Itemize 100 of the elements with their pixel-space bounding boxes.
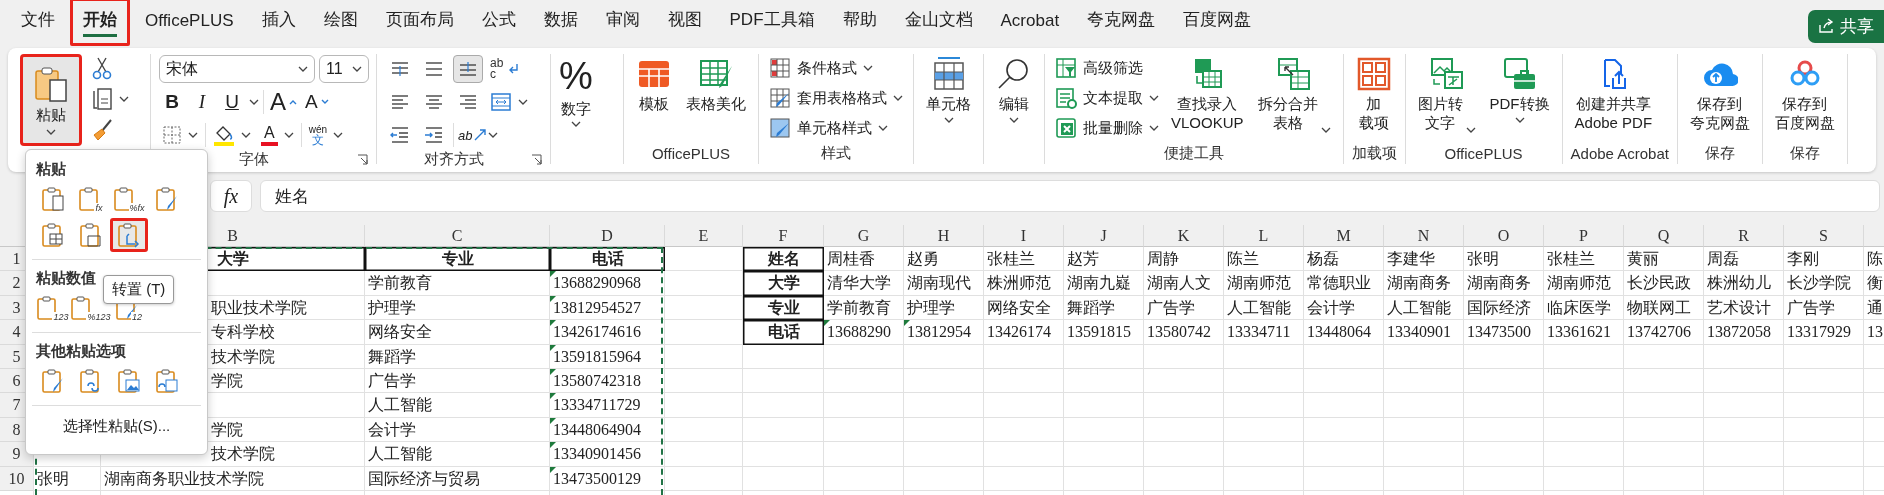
header-cell: 电话 — [550, 247, 665, 272]
align-button[interactable] — [453, 55, 483, 83]
grow-font-button[interactable]: A — [268, 88, 299, 116]
group-label: 保存 — [1789, 143, 1820, 163]
column-header[interactable]: C — [365, 225, 550, 247]
paste-option-button[interactable]: 123 — [34, 291, 72, 325]
menu-tab[interactable]: OfficePLUS — [132, 1, 247, 46]
wrap-text-button[interactable]: ab c — [487, 55, 523, 83]
table-cell: 13580742318 — [550, 368, 665, 394]
column-header[interactable]: J — [1064, 225, 1144, 247]
table-cell-text: 人工智能 — [367, 395, 433, 416]
ribbon-button[interactable]: 编辑 — [992, 54, 1036, 125]
table-cell-text: 湖南九嶷 — [1066, 273, 1132, 294]
row-number[interactable]: 10 — [0, 466, 34, 491]
table-cell-text: 国际经济 — [1466, 297, 1532, 318]
clipboard-icon — [117, 368, 141, 394]
paste-option-button[interactable]: fx — [72, 182, 110, 216]
ribbon-button[interactable]: 批量删除 — [1053, 114, 1161, 142]
menu-tab[interactable]: PDF工具箱 — [716, 0, 828, 46]
menu-tab[interactable]: 文件 — [8, 0, 68, 46]
phonetic-button[interactable]: wén 文 — [305, 121, 347, 149]
ribbon-button[interactable]: 单元格 — [922, 54, 975, 125]
menu-tab[interactable]: 帮助 — [829, 0, 890, 46]
ribbon-button[interactable]: 高级筛选 — [1053, 54, 1161, 82]
table-cell-text: 艺术设计 — [1706, 297, 1772, 318]
column-header[interactable]: N — [1384, 225, 1464, 247]
paste-special-link[interactable]: 选择性粘贴(S)... — [54, 413, 179, 440]
ribbon-button[interactable]: 条件格式 — [767, 54, 905, 82]
formula-field[interactable]: 姓名 — [260, 180, 1880, 212]
menu-tab[interactable]: 插入 — [248, 0, 309, 46]
group-label: 对齐方式 — [424, 150, 484, 169]
ribbon-button[interactable]: 保存到 夸克网盘 — [1685, 54, 1754, 135]
table-cell: 技术学院 — [211, 445, 275, 463]
share-button[interactable]: 共享 — [1808, 9, 1884, 43]
clipboard-icon — [117, 222, 141, 248]
table-cell-text: 会计学 — [367, 419, 417, 440]
column-header[interactable]: H — [904, 225, 984, 247]
ribbon-button[interactable]: 创建并共享 Adobe PDF — [1570, 54, 1657, 135]
table-cell: 13426174616 — [550, 320, 665, 345]
ribbon-button[interactable]: 拆分合并 表格 — [1253, 54, 1335, 135]
menu-tab[interactable]: 绘图 — [310, 0, 371, 46]
clipboard-icon — [41, 186, 65, 212]
menu-tab[interactable]: 开始 — [70, 0, 130, 46]
menu-tab[interactable]: 公式 — [468, 0, 529, 46]
column-header[interactable]: S — [1784, 225, 1864, 247]
shrink-font-button[interactable]: A — [303, 88, 331, 116]
underline-button[interactable]: U — [219, 88, 245, 116]
ribbon-button[interactable]: 查找录入 VLOOKUP — [1167, 54, 1248, 135]
column-header[interactable]: F — [743, 225, 824, 247]
column-header[interactable]: O — [1464, 225, 1544, 247]
column-header[interactable]: Q — [1624, 225, 1704, 247]
menu-tab[interactable]: 页面布局 — [372, 0, 467, 46]
column-header[interactable]: E — [665, 225, 743, 247]
table-cell-text: 湖南人文 — [1146, 273, 1212, 294]
font-color-button[interactable]: A — [258, 121, 297, 149]
ribbon-button[interactable]: 单元格样式 — [767, 114, 905, 142]
column-header[interactable]: M — [1304, 225, 1384, 247]
paste-option-button[interactable]: %fx — [110, 182, 148, 216]
table-cell: 13688290 — [824, 320, 904, 345]
menu-tab[interactable]: 审阅 — [592, 0, 653, 46]
column-header[interactable]: P — [1544, 225, 1624, 247]
table-cell-text: 湖南商务 — [1466, 273, 1532, 294]
ribbon-button[interactable]: 保存到 百度网盘 — [1770, 54, 1839, 135]
group-label: 字体 — [239, 150, 269, 169]
table-cell-text: 13742706 — [1626, 322, 1692, 343]
bold-button[interactable]: B — [159, 88, 185, 116]
column-header[interactable]: D — [550, 225, 665, 247]
column-header[interactable]: G — [824, 225, 904, 247]
ribbon-button[interactable]: 模板 — [632, 54, 676, 116]
table-cell-text: 学前教育 — [826, 297, 892, 318]
ribbon-button[interactable]: 表格美化 — [682, 54, 750, 116]
orientation-button[interactable]: ab — [458, 121, 499, 149]
menu-tab[interactable]: 数据 — [530, 0, 591, 46]
ribbon-button[interactable]: PDF转换 — [1485, 54, 1554, 125]
font-size-select[interactable]: 11 — [319, 55, 369, 83]
menu-tab[interactable]: 金山文档 — [891, 0, 986, 46]
caret-icon — [249, 99, 259, 105]
cell-brush-icon — [769, 117, 791, 139]
number-format-button[interactable]: % 数字 — [559, 54, 593, 127]
menu-tab[interactable]: Acrobat — [987, 1, 1073, 46]
font-name-select[interactable]: 宋体 — [159, 55, 315, 83]
paste-option-button[interactable] — [110, 218, 148, 252]
ribbon-button[interactable]: 图片转 文字 — [1413, 54, 1480, 135]
menu-tab[interactable]: 视图 — [654, 0, 715, 46]
menu-tab[interactable]: 百度网盘 — [1170, 0, 1265, 46]
menu-tab[interactable]: 夸克网盘 — [1074, 0, 1169, 46]
paste-button[interactable]: 粘贴 — [20, 54, 82, 146]
table-cell-text: 常德职业 — [1306, 273, 1372, 294]
table-cell-text: 广告学 — [367, 370, 417, 391]
ribbon-button[interactable]: 文本提取 — [1053, 84, 1161, 112]
column-header[interactable]: K — [1144, 225, 1224, 247]
column-header[interactable]: I — [984, 225, 1064, 247]
ribbon-button[interactable]: 套用表格格式 — [767, 84, 905, 112]
column-header[interactable]: L — [1224, 225, 1304, 247]
italic-button[interactable]: I — [189, 88, 215, 116]
insert-function-button[interactable]: fx — [210, 180, 252, 212]
caret-icon — [1009, 116, 1019, 123]
ribbon-button[interactable]: 加 载项 — [1351, 54, 1396, 135]
caret-icon — [283, 132, 294, 138]
column-header[interactable]: R — [1704, 225, 1784, 247]
